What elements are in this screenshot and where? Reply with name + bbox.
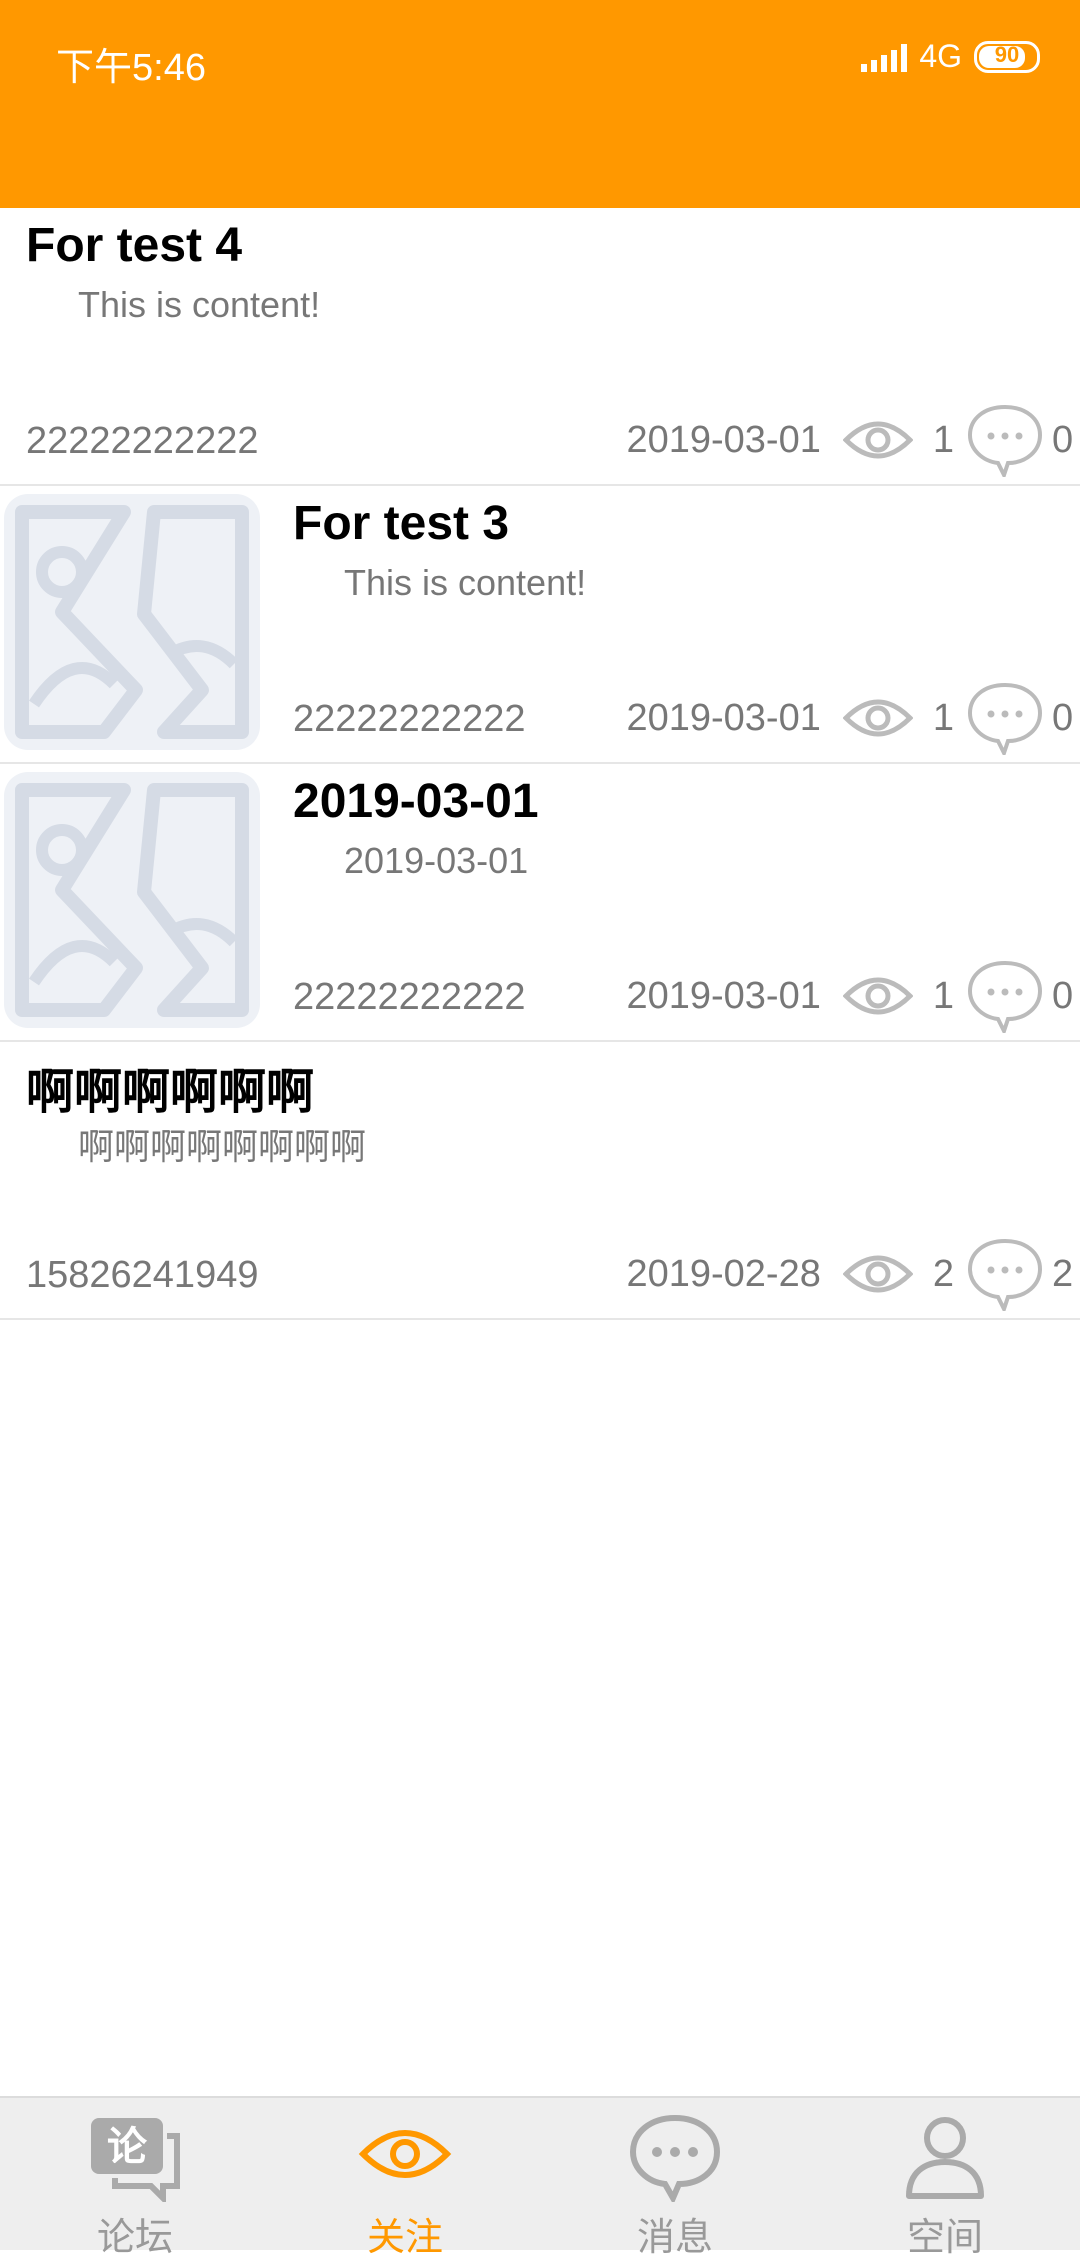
- eye-icon: [842, 421, 913, 459]
- eye-icon: [842, 699, 913, 737]
- comment-count: 0: [1052, 696, 1074, 739]
- comment-icon: [967, 404, 1043, 477]
- post-date: 2019-03-01: [626, 974, 821, 1017]
- tab-follow[interactable]: 关注: [270, 2098, 540, 2259]
- status-bar: 下午5:46 4G 90: [0, 0, 1080, 208]
- post-item[interactable]: For test 3 This is content! 22222222222 …: [0, 486, 1080, 764]
- post-item[interactable]: 啊啊啊啊啊啊 啊啊啊啊啊啊啊啊 15826241949 2019-02-28 2…: [0, 1042, 1080, 1320]
- post-date: 2019-02-28: [626, 1252, 821, 1295]
- svg-text:论: 论: [107, 2124, 148, 2170]
- post-meta: 2019-02-28 2 2: [626, 1238, 1080, 1311]
- comment-count: 0: [1052, 418, 1074, 461]
- post-list: For test 4 This is content! 22222222222 …: [0, 208, 1080, 1320]
- post-content: This is content!: [78, 284, 321, 325]
- person-icon: [906, 2117, 984, 2199]
- post-author: 15826241949: [26, 1254, 259, 1296]
- bottom-tab-bar: 论 论坛 关注 消息 空间: [0, 2096, 1080, 2259]
- tab-forum[interactable]: 论 论坛: [0, 2098, 270, 2259]
- comment-count: 2: [1052, 1252, 1074, 1295]
- tab-label: 关注: [366, 2217, 443, 2259]
- post-author: 22222222222: [293, 698, 526, 740]
- post-meta: 2019-03-01 1 0: [626, 682, 1080, 755]
- post-author: 22222222222: [26, 420, 259, 462]
- post-title: For test 3: [293, 497, 510, 550]
- image-placeholder-icon: [4, 772, 260, 1028]
- tab-label: 论坛: [96, 2217, 173, 2259]
- post-date: 2019-03-01: [626, 418, 821, 461]
- tab-messages[interactable]: 消息: [540, 2098, 810, 2259]
- tab-label: 空间: [906, 2217, 983, 2259]
- message-icon: [629, 2114, 721, 2202]
- status-time: 下午5:46: [56, 47, 206, 89]
- post-title: 2019-03-01: [293, 775, 539, 828]
- eye-icon: [842, 977, 913, 1015]
- comment-icon: [967, 682, 1043, 755]
- view-count: 1: [932, 974, 954, 1017]
- post-content: This is content!: [344, 562, 587, 603]
- comment-count: 0: [1052, 974, 1074, 1017]
- post-content: 啊啊啊啊啊啊啊啊: [78, 1126, 367, 1167]
- post-content: 2019-03-01: [344, 840, 529, 881]
- post-author: 22222222222: [293, 976, 526, 1018]
- eye-icon: [358, 2130, 452, 2178]
- comment-icon: [967, 1238, 1043, 1311]
- forum-icon: 论: [91, 2118, 180, 2202]
- post-item[interactable]: 2019-03-01 2019-03-01 22222222222 2019-0…: [0, 764, 1080, 1042]
- post-meta: 2019-03-01 1 0: [626, 404, 1080, 477]
- signal-icon: [861, 42, 908, 72]
- post-title: 啊啊啊啊啊啊: [26, 1066, 315, 1119]
- post-item[interactable]: For test 4 This is content! 22222222222 …: [0, 208, 1080, 486]
- post-meta: 2019-03-01 1 0: [626, 960, 1080, 1033]
- image-placeholder-icon: [4, 494, 260, 750]
- eye-icon: [842, 1255, 913, 1293]
- network-type: 4G: [919, 38, 962, 74]
- post-title: For test 4: [26, 219, 243, 272]
- status-indicators: 4G 90: [861, 38, 1040, 75]
- tab-space[interactable]: 空间: [810, 2098, 1080, 2259]
- post-date: 2019-03-01: [626, 696, 821, 739]
- tab-label: 消息: [636, 2217, 713, 2259]
- view-count: 2: [932, 1252, 954, 1295]
- battery-level: 90: [994, 41, 1020, 67]
- battery-icon: 90: [974, 40, 1040, 73]
- comment-icon: [967, 960, 1043, 1033]
- view-count: 1: [932, 696, 954, 739]
- view-count: 1: [932, 418, 954, 461]
